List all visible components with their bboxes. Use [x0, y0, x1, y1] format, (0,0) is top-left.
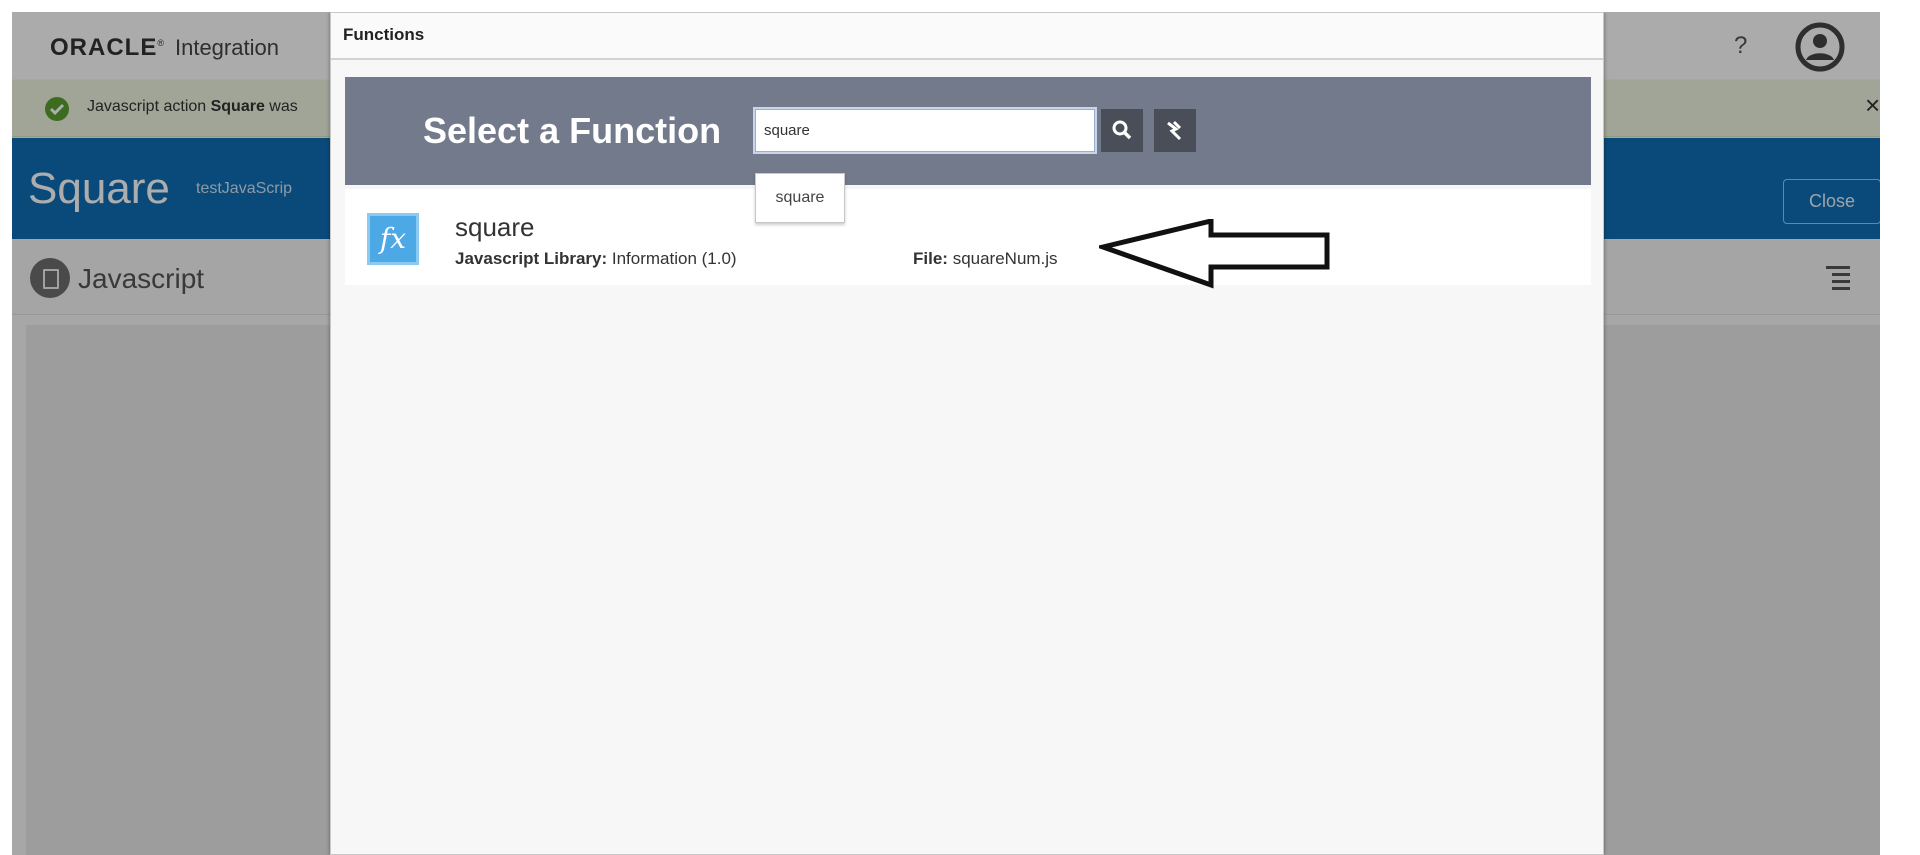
search-band: Select a Function — [345, 77, 1591, 185]
dialog-title: Functions — [343, 25, 425, 44]
select-function-heading: Select a Function — [423, 110, 722, 151]
dialog-header: Functions — [331, 13, 1603, 60]
left-arrow-annotation — [1099, 219, 1330, 289]
suggestion-item[interactable]: square — [756, 174, 844, 222]
function-search-input[interactable] — [753, 107, 1097, 154]
clear-search-button[interactable] — [1154, 109, 1196, 152]
clear-search-icon — [1167, 120, 1182, 141]
search-button[interactable] — [1101, 109, 1143, 152]
function-name: square — [455, 212, 535, 242]
search-icon — [1112, 120, 1132, 140]
functions-dialog: Functions Select a Function fx square J — [330, 12, 1604, 855]
search-suggestion-dropdown: square — [755, 173, 845, 223]
library-info: Javascript Library: Information (1.0) — [455, 249, 737, 268]
function-result-row[interactable]: fx square Javascript Library: Informatio… — [345, 189, 1591, 289]
screen: ORACLE® Integration ? Javascript action … — [12, 12, 1880, 855]
file-info: File: squareNum.js — [913, 249, 1058, 268]
fx-function-icon: fx — [367, 213, 419, 265]
